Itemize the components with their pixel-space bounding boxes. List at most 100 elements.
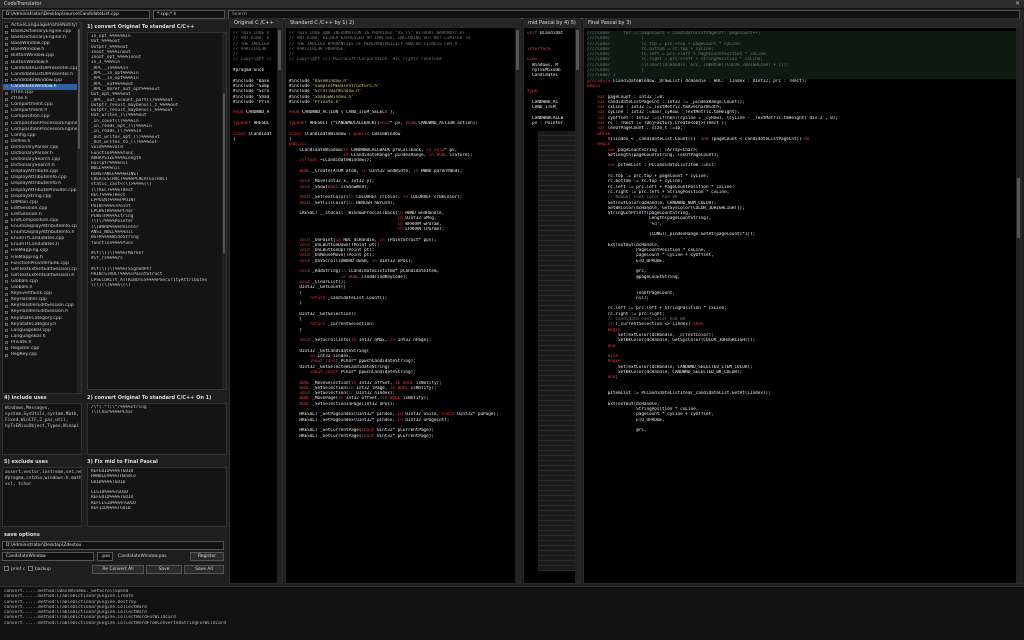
file-checkbox[interactable] (5, 30, 8, 34)
standard-scrollbar[interactable] (515, 28, 520, 583)
register-button[interactable]: Register (190, 552, 224, 561)
save-all-button[interactable]: Save All (184, 565, 224, 574)
file-checkbox[interactable] (5, 152, 8, 156)
file-checkbox[interactable] (5, 189, 8, 193)
file-name: DictionaryParser.cpp (11, 144, 59, 150)
file-checkbox[interactable] (5, 249, 8, 253)
file-checkbox[interactable] (5, 213, 8, 217)
file-checkbox[interactable] (5, 323, 8, 327)
file-checkbox[interactable] (5, 24, 8, 28)
print-checkbox[interactable]: print c (4, 566, 25, 572)
exclude-uses-field[interactable]: assert,vector,iostream,set,new #pragma,c… (2, 467, 82, 527)
close-icon[interactable]: ✕ (1015, 0, 1020, 7)
fix-rule[interactable]: REFIID%%%%TGUID (91, 506, 226, 511)
file-checkbox[interactable] (5, 329, 8, 333)
file-checkbox[interactable] (5, 54, 8, 58)
file-checkbox[interactable] (5, 207, 8, 211)
convert-rule-2[interactable]: (\)Char%%%%PChar (91, 410, 226, 415)
file-checkbox[interactable] (5, 122, 8, 125)
file-name: DisplayString.cpp (11, 193, 52, 199)
final-code-pane[interactable]: Final Pascal by 3) ////Code/ for (c:page… (583, 18, 1022, 584)
file-checkbox[interactable] (5, 146, 8, 150)
save-dir-field[interactable]: D:\Administrator\Desktop\Zdestou (2, 541, 224, 550)
file-checkbox[interactable] (5, 115, 8, 119)
file-name: BaseWindow.cpp (11, 41, 50, 47)
file-checkbox[interactable] (5, 170, 8, 174)
include-uses-field[interactable]: Windows,Messages, system,SysUtils,system… (2, 403, 82, 455)
file-checkbox[interactable] (5, 128, 8, 132)
file-name: CandidateWindow.cpp (11, 77, 62, 83)
file-checkbox[interactable] (5, 286, 8, 290)
path-field[interactable]: D:\Administrator\Desktop\source\Candidat… (2, 10, 150, 19)
file-checkbox[interactable] (5, 292, 8, 296)
file-name: Globals.cpp (11, 278, 38, 284)
file-checkbox[interactable] (5, 262, 8, 266)
backup-checkbox-box[interactable] (28, 566, 33, 571)
original-code-pane[interactable]: Original C /C++ // THIS CODE A// ANY KIN… (229, 18, 283, 584)
convert-rules[interactable]: In_opt_%%%%%%in Out_%%%%out Outptr_%%%%out… (87, 32, 227, 390)
file-checkbox[interactable] (5, 91, 8, 95)
file-checkbox[interactable] (5, 280, 8, 284)
file-checkbox[interactable] (5, 85, 8, 89)
file-checkbox[interactable] (5, 219, 8, 223)
file-list-item[interactable]: RegKey.cpp (3, 352, 81, 358)
file-checkbox[interactable] (5, 304, 8, 308)
file-checkbox[interactable] (5, 225, 8, 229)
standard-code[interactable]: // THIS CODE AND INFORMATION IS PROVIDED… (286, 28, 515, 583)
file-checkbox[interactable] (5, 134, 8, 138)
file-checkbox[interactable] (5, 182, 8, 186)
file-checkbox[interactable] (5, 268, 8, 272)
file-checkbox[interactable] (5, 61, 8, 65)
standard-code-title: Standard C /C++ by 1) 2) (286, 19, 520, 28)
file-checkbox[interactable] (5, 201, 8, 205)
print-checkbox-box[interactable] (4, 566, 9, 571)
convert-all-button[interactable]: Re Convert All (92, 565, 144, 574)
fix-rules[interactable]: REFGUID%%%%TGUID HANDLE%%%%THandle GUID%%%… (87, 467, 227, 527)
file-checkbox[interactable] (5, 42, 8, 46)
file-checkbox[interactable] (5, 103, 8, 107)
file-checkbox[interactable] (5, 353, 8, 357)
file-checkbox[interactable] (5, 237, 8, 241)
file-checkbox[interactable] (5, 79, 8, 83)
convert-rules-2[interactable]: /\*(.*?)\*/%%%%string (\)Char%%%%PChar (87, 403, 227, 455)
file-checkbox[interactable] (5, 67, 8, 71)
file-name-field[interactable]: CandidateWindow (2, 552, 94, 561)
save-button[interactable]: Save (146, 565, 182, 574)
file-checkbox[interactable] (5, 97, 8, 101)
file-checkbox[interactable] (5, 195, 8, 199)
file-checkbox[interactable] (5, 347, 8, 351)
file-checkbox[interactable] (5, 335, 8, 339)
mid-code-pane[interactable]: mid Pascal by 4) 5) unit UCandidat interf… (523, 18, 581, 584)
file-checkbox[interactable] (5, 109, 8, 113)
file-checkbox[interactable] (5, 140, 8, 144)
convert-rule[interactable]: \(\)(\)%%%%\(\) (91, 283, 226, 288)
file-checkbox[interactable] (5, 48, 8, 52)
log-line: convert......method:CTableDictionaryEngi… (4, 620, 227, 626)
original-scrollbar[interactable] (277, 28, 282, 583)
file-checkbox[interactable] (5, 36, 8, 40)
standard-code-pane[interactable]: Standard C /C++ by 1) 2) // THIS CODE AN… (285, 18, 521, 584)
file-checkbox[interactable] (5, 256, 8, 260)
final-scrollbar[interactable] (1016, 28, 1021, 583)
backup-checkbox[interactable]: backup (28, 566, 51, 572)
file-checkbox[interactable] (5, 298, 8, 302)
original-code[interactable]: // THIS CODE A// ANY KIND, E// THE IMPLI… (230, 28, 277, 583)
log-pane[interactable]: convert......method:CBaseWindow._GetScro… (0, 586, 1024, 640)
file-checkbox[interactable] (5, 164, 8, 168)
ext-field[interactable]: .pas (97, 552, 113, 561)
file-checkbox[interactable] (5, 341, 8, 345)
file-checkbox[interactable] (5, 176, 8, 180)
file-checkbox[interactable] (5, 310, 8, 314)
mid-scrollbar[interactable] (575, 28, 580, 583)
file-checkbox[interactable] (5, 317, 8, 320)
file-list[interactable]: ActiveLanguageProfileNotifySink.cppBaseD… (2, 22, 82, 394)
file-checkbox[interactable] (5, 243, 8, 247)
file-checkbox[interactable] (5, 274, 8, 278)
file-checkbox[interactable] (5, 158, 8, 162)
file-list-scrollbar[interactable] (77, 23, 81, 393)
file-checkbox[interactable] (5, 231, 8, 235)
convert-rules-scrollbar[interactable] (222, 33, 226, 389)
filter-field[interactable]: *.cpp;*.h (153, 10, 225, 19)
final-code[interactable]: ////Code/ for (c:pageCount < candidateLi… (584, 28, 1016, 583)
file-checkbox[interactable] (5, 73, 8, 77)
